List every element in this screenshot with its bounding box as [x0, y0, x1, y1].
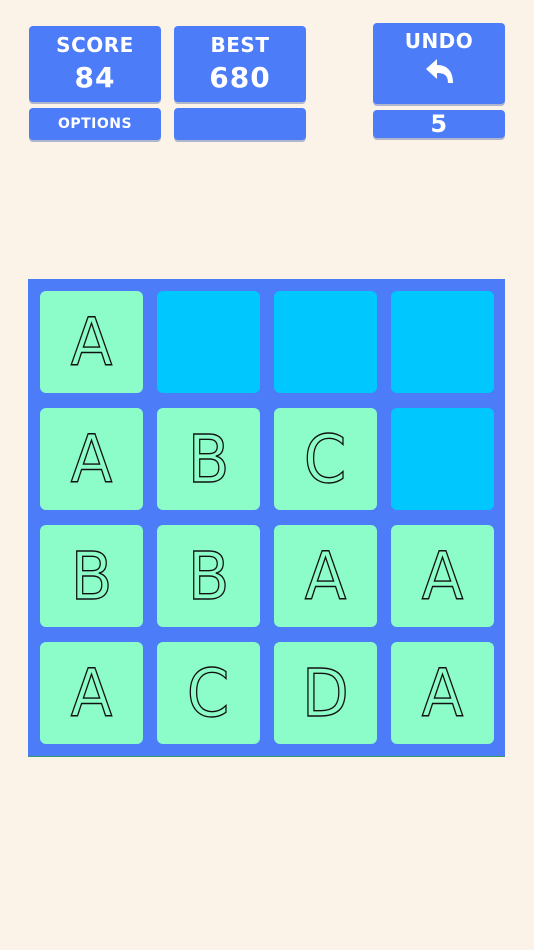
- game-board[interactable]: AABCBBAAACDA: [28, 279, 505, 757]
- board-tile[interactable]: C: [274, 408, 377, 510]
- score-value: 84: [74, 61, 116, 94]
- board-tile[interactable]: D: [274, 642, 377, 744]
- undo-arrow-icon: [426, 59, 453, 83]
- tile-letter: A: [70, 303, 113, 381]
- board-tile[interactable]: B: [157, 525, 260, 627]
- tile-letter: C: [187, 654, 231, 732]
- board-tile[interactable]: A: [40, 408, 143, 510]
- best-label: BEST: [210, 33, 270, 57]
- board-tile[interactable]: A: [40, 291, 143, 393]
- tile-letter: A: [70, 654, 113, 732]
- board-empty-cell[interactable]: [157, 291, 260, 393]
- undo-label: UNDO: [404, 29, 474, 53]
- tile-letter: B: [187, 537, 230, 615]
- tile-letter: A: [304, 537, 347, 615]
- board-tile[interactable]: A: [40, 642, 143, 744]
- board-empty-cell[interactable]: [391, 291, 494, 393]
- board-tile[interactable]: A: [391, 642, 494, 744]
- score-panel: SCORE 84: [29, 26, 161, 102]
- tile-letter: B: [70, 537, 113, 615]
- board-tile[interactable]: A: [391, 525, 494, 627]
- best-value: 680: [209, 61, 271, 94]
- tile-letter: A: [70, 420, 113, 498]
- blank-button[interactable]: [174, 108, 306, 140]
- board-tile[interactable]: B: [40, 525, 143, 627]
- board-tile[interactable]: C: [157, 642, 260, 744]
- board-empty-cell[interactable]: [274, 291, 377, 393]
- undo-button[interactable]: UNDO: [373, 23, 505, 104]
- board-tile[interactable]: A: [274, 525, 377, 627]
- board-empty-cell[interactable]: [391, 408, 494, 510]
- tile-letter: D: [301, 654, 349, 732]
- score-label: SCORE: [56, 33, 134, 57]
- tile-letter: B: [187, 420, 230, 498]
- undo-remaining-count: 5: [373, 110, 505, 138]
- tile-letter: A: [421, 537, 464, 615]
- board-tile[interactable]: B: [157, 408, 260, 510]
- tile-letter: A: [421, 654, 464, 732]
- options-button[interactable]: OPTIONS: [29, 108, 161, 140]
- best-panel: BEST 680: [174, 26, 306, 102]
- tile-letter: C: [304, 420, 348, 498]
